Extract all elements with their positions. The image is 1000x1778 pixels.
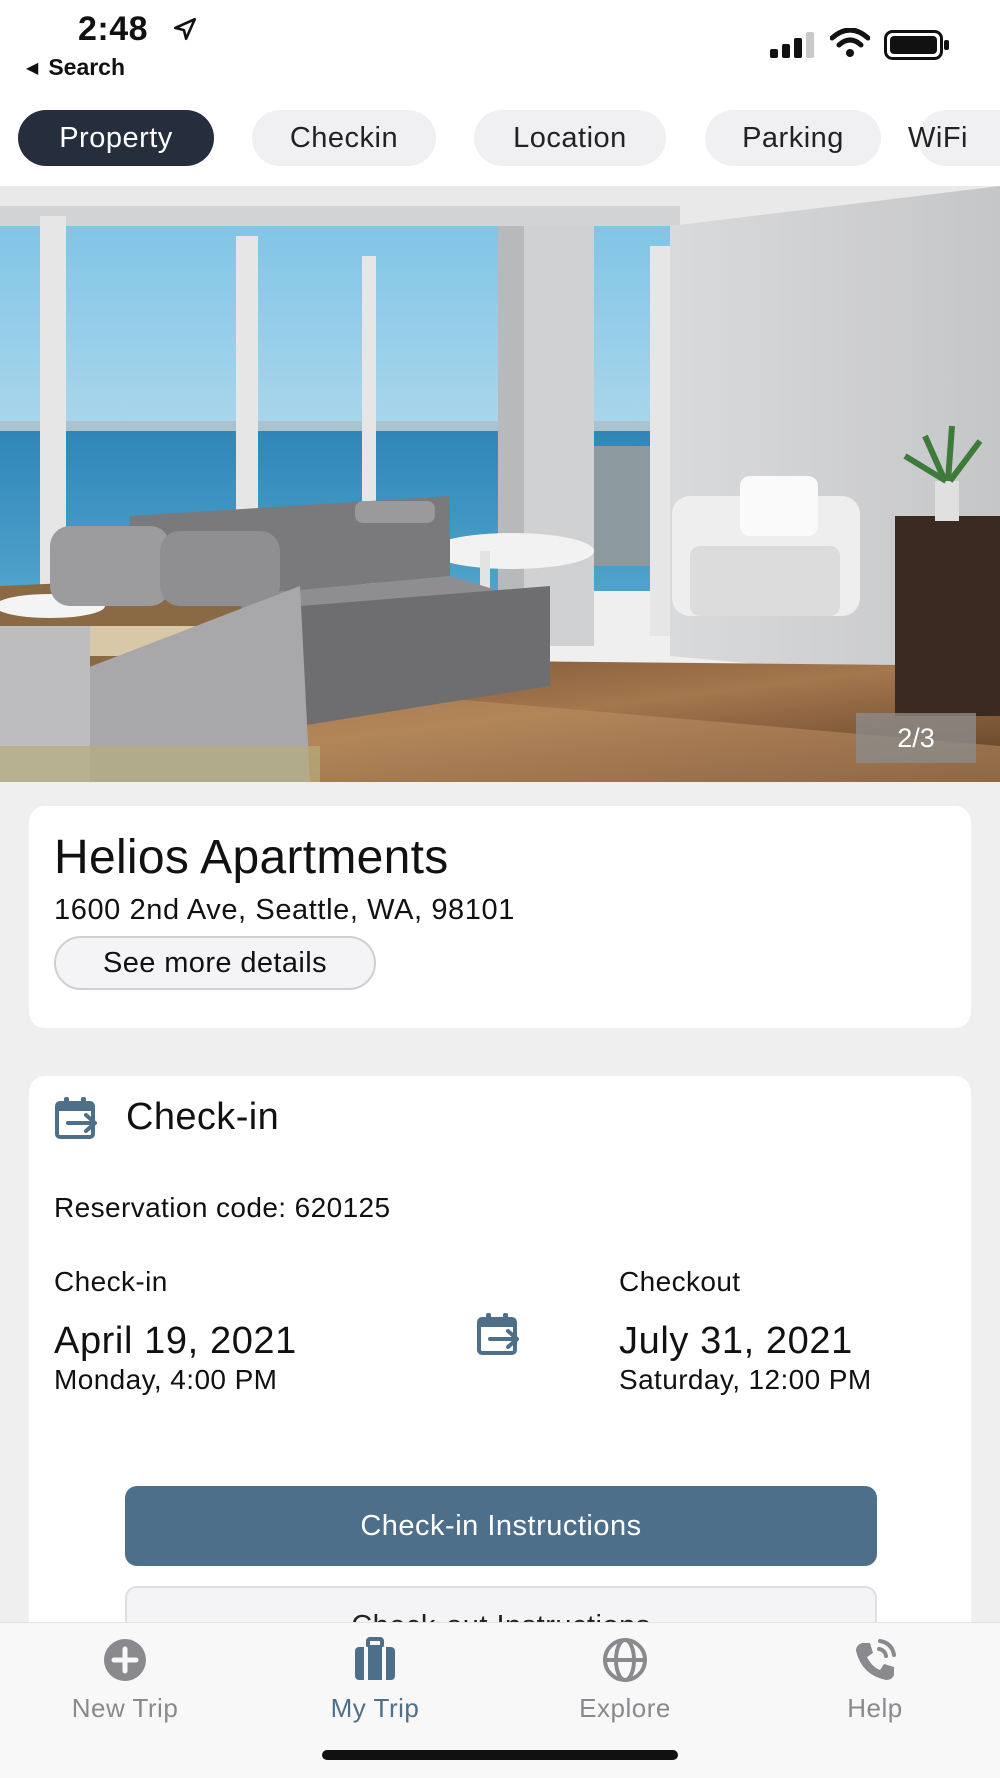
- checkin-label: Check-in: [54, 1266, 168, 1297]
- calendar-transfer-icon: [477, 1313, 519, 1355]
- checkin-date: April 19, 2021: [54, 1320, 297, 1362]
- property-name: Helios Apartments: [54, 831, 449, 884]
- nav-help[interactable]: Help: [775, 1623, 975, 1733]
- nav-my-trip[interactable]: My Trip: [275, 1623, 475, 1733]
- tab-location[interactable]: Location: [474, 110, 666, 166]
- checkin-instructions-button[interactable]: Check-in Instructions: [125, 1486, 877, 1566]
- property-card: Helios Apartments 1600 2nd Ave, Seattle,…: [29, 806, 971, 1028]
- checkin-card: Check-in Reservation code: 620125 Check-…: [29, 1076, 971, 1666]
- section-tabs: Property Checkin Location Parking WiFi: [0, 100, 1000, 186]
- nav-help-label: Help: [847, 1693, 903, 1723]
- globe-icon: [603, 1638, 647, 1682]
- checkout-day-time: Saturday, 12:00 PM: [619, 1364, 872, 1395]
- tab-wifi[interactable]: WiFi: [908, 110, 1000, 166]
- cellular-signal-icon: [770, 32, 814, 58]
- location-arrow-icon: [173, 17, 197, 41]
- status-bar: 2:48 ◀ Search: [0, 0, 1000, 100]
- see-more-details-button[interactable]: See more details: [54, 936, 376, 990]
- tab-property[interactable]: Property: [18, 110, 214, 166]
- image-counter: 2/3: [856, 713, 976, 763]
- nav-explore-label: Explore: [579, 1693, 671, 1723]
- luggage-icon: [355, 1637, 395, 1680]
- property-address: 1600 2nd Ave, Seattle, WA, 98101: [54, 894, 515, 926]
- nav-explore[interactable]: Explore: [525, 1623, 725, 1733]
- phone-icon: [856, 1639, 896, 1680]
- battery-icon: [884, 30, 949, 60]
- plus-circle-icon: [104, 1639, 146, 1681]
- checkin-section-title: Check-in: [126, 1096, 280, 1138]
- back-search-label: Search: [48, 54, 126, 80]
- checkin-day-time: Monday, 4:00 PM: [54, 1364, 278, 1395]
- nav-new-trip-label: New Trip: [71, 1693, 179, 1723]
- tab-checkin[interactable]: Checkin: [252, 110, 436, 166]
- home-indicator: [322, 1750, 678, 1760]
- nav-my-trip-label: My Trip: [330, 1693, 420, 1723]
- calendar-checkin-icon: [55, 1097, 97, 1139]
- checkout-label: Checkout: [619, 1266, 741, 1297]
- checkout-date: July 31, 2021: [619, 1320, 853, 1362]
- back-triangle-icon: ◀: [26, 60, 39, 77]
- property-photo-carousel[interactable]: [0, 186, 1000, 782]
- tab-parking[interactable]: Parking: [705, 110, 881, 166]
- nav-new-trip[interactable]: New Trip: [25, 1623, 225, 1733]
- status-time: 2:48: [78, 10, 149, 48]
- wifi-icon: [830, 28, 870, 57]
- reservation-code: Reservation code: 620125: [54, 1192, 391, 1223]
- property-photo: [0, 186, 1000, 782]
- back-to-search-link[interactable]: ◀ Search: [26, 54, 125, 81]
